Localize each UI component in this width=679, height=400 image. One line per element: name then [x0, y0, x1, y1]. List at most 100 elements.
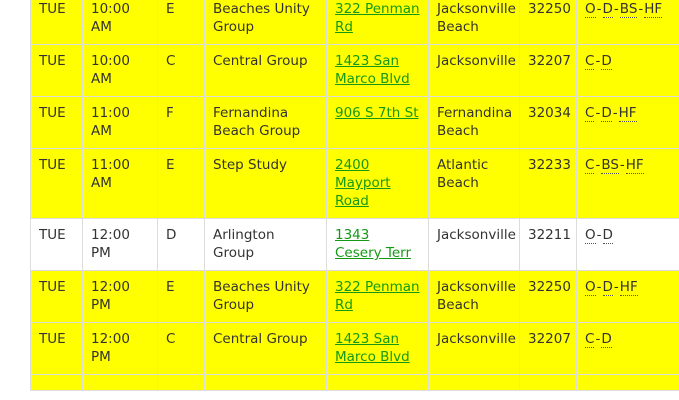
address-cell: 906 S 7th St	[326, 96, 429, 149]
code-separator: -	[596, 227, 602, 243]
group-name-cell: Beaches Unity Group	[204, 0, 327, 45]
meeting-code[interactable]: C	[585, 105, 595, 122]
meeting-code[interactable]: HF	[644, 1, 663, 18]
city-text: Jacksonville Beach	[437, 279, 516, 313]
code-separator: -	[596, 1, 602, 17]
address-link[interactable]: 2400 Mayport Road	[335, 157, 391, 209]
time-text: 10:00 AM	[91, 1, 130, 35]
meeting-codes-cell: C-D-HF	[576, 96, 679, 149]
address-cell: 2400 Mayport Road	[326, 148, 429, 219]
zip-text: 32250	[528, 279, 571, 295]
city-text: Fernandina Beach	[437, 105, 513, 139]
table-row: TUE 12:00 PM E Beaches Unity Group 322 Penma…	[30, 270, 679, 323]
district-cell: E	[157, 148, 205, 219]
district-cell: C	[157, 322, 205, 375]
zip-cell: 32207	[519, 322, 577, 375]
district-cell: D	[157, 218, 205, 271]
code-separator: -	[613, 1, 619, 17]
district-text: D	[166, 227, 177, 243]
meeting-code[interactable]: O	[585, 1, 596, 18]
meeting-code[interactable]: O	[585, 227, 596, 244]
city-cell: Jacksonville	[428, 44, 520, 97]
zip-cell: 32233	[519, 148, 577, 219]
meeting-code[interactable]: C	[585, 53, 595, 70]
meeting-code[interactable]: D	[601, 105, 612, 122]
zip-text: 32233	[528, 157, 571, 173]
district-text: E	[166, 157, 175, 173]
meeting-code[interactable]: D	[601, 53, 612, 70]
table-row: TUE 11:00 AM E Step Study 2400 Mayport Road A…	[30, 148, 679, 219]
day-cell: TUE	[30, 322, 83, 375]
time-text: 12:00 PM	[91, 279, 130, 313]
district-text: C	[166, 331, 176, 347]
time-cell: 10:00 AM	[82, 44, 158, 97]
time-cell: 12:00 PM	[82, 218, 158, 271]
address-link[interactable]: 322 Penman Rd	[335, 1, 420, 35]
zip-text: 32211	[528, 227, 571, 243]
address-link[interactable]: 1343 Cesery Terr	[335, 227, 411, 261]
table-row: TUE 11:00 AM F Fernandina Beach Group 906 S …	[30, 96, 679, 149]
code-separator: -	[595, 53, 601, 69]
meeting-code[interactable]: C	[585, 157, 595, 174]
meeting-codes-cell: C-D	[576, 44, 679, 97]
meeting-code[interactable]: D	[602, 1, 613, 18]
table-row: TUE 12:00 PM D Arlington Group 1343 Cesery T…	[30, 218, 679, 271]
meeting-code[interactable]: BS	[619, 1, 638, 18]
meeting-rows: TUE 10:00 AM E Beaches Unity Group 322 Penma…	[30, 0, 679, 391]
district-cell: E	[157, 0, 205, 45]
address-link[interactable]: 1423 San Marco Blvd	[335, 331, 410, 365]
time-cell: 12:00 PM	[82, 322, 158, 375]
meeting-code[interactable]: HF	[625, 157, 644, 174]
meeting-code[interactable]: C	[585, 331, 595, 348]
address-link[interactable]: 906 S 7th St	[335, 105, 419, 121]
time-cell: 12:00 PM	[82, 270, 158, 323]
meeting-code[interactable]: HF	[619, 279, 638, 296]
meeting-codes-cell	[576, 374, 679, 391]
district-cell: F	[157, 96, 205, 149]
address-cell: 1423 San Marco Blvd	[326, 44, 429, 97]
time-cell: 11:00 AM	[82, 96, 158, 149]
code-separator: -	[595, 105, 601, 121]
meeting-codes-cell: C-BS-HF	[576, 148, 679, 219]
meeting-code[interactable]: D	[602, 279, 613, 296]
day-text: TUE	[39, 331, 66, 347]
zip-text: 32207	[528, 53, 571, 69]
day-cell: TUE	[30, 96, 83, 149]
group-name-cell: Arlington Group	[204, 218, 327, 271]
code-separator: -	[638, 1, 644, 17]
day-cell: TUE	[30, 44, 83, 97]
city-cell: Jacksonville Beach	[428, 270, 520, 323]
group-name-cell: Central Group	[204, 322, 327, 375]
address-cell: 322 Penman Rd	[326, 0, 429, 45]
district-cell: E	[157, 270, 205, 323]
group-name-text: Fernandina Beach Group	[213, 105, 301, 139]
meeting-code[interactable]: O	[585, 279, 596, 296]
time-text: 11:00 AM	[91, 157, 130, 191]
group-name-cell: Step Study	[204, 148, 327, 219]
code-separator: -	[596, 279, 602, 295]
address-link[interactable]: 1423 San Marco Blvd	[335, 53, 410, 87]
table-row: TUE 10:00 AM C Central Group 1423 San Marco …	[30, 44, 679, 97]
code-separator: -	[595, 157, 601, 173]
day-cell: TUE	[30, 218, 83, 271]
city-cell: Fernandina Beach	[428, 96, 520, 149]
group-name-text: Step Study	[213, 157, 288, 173]
city-text: Jacksonville	[437, 331, 516, 347]
address-cell: 1343 Cesery Terr	[326, 218, 429, 271]
city-cell	[428, 374, 520, 391]
zip-text: 32250	[528, 1, 571, 17]
meeting-code[interactable]: HF	[618, 105, 637, 122]
address-cell: 322 Penman Rd	[326, 270, 429, 323]
day-text: TUE	[39, 227, 66, 243]
time-text: 10:00 AM	[91, 53, 130, 87]
meeting-code[interactable]: D	[601, 331, 612, 348]
address-link[interactable]: 322 Penman Rd	[335, 279, 420, 313]
city-text: Atlantic Beach	[437, 157, 489, 191]
city-cell: Atlantic Beach	[428, 148, 520, 219]
meeting-code[interactable]: BS	[601, 157, 619, 174]
meeting-list-container: TUE 10:00 AM E Beaches Unity Group 322 Penma…	[30, 0, 679, 391]
group-name-cell: Beaches Unity Group	[204, 270, 327, 323]
time-text: 11:00 AM	[91, 105, 130, 139]
table-row: TUE 10:00 AM E Beaches Unity Group 322 Penma…	[30, 0, 679, 45]
meeting-code[interactable]: D	[602, 227, 613, 244]
